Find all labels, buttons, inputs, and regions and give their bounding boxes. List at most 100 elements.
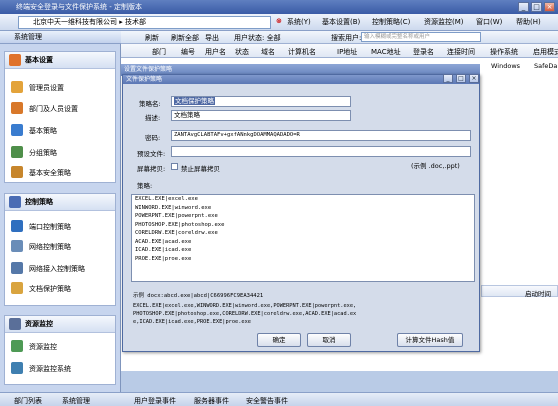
col-connect-time[interactable]: 连接时间 [447,47,475,57]
panel-basic-settings: 基本设置 管理员设置 部门及人员设置 基本策略 分组策略 基本安全策略 [4,51,116,183]
window-titlebar: 终端安全登录与文件保护系统 - 定制版本 _ □ × [0,0,558,14]
dialog-close-button[interactable]: × [469,74,479,83]
strategy-name-value: 文档保护策略 [174,97,215,105]
sidebar-item-port-control[interactable]: 端口控制策略 [29,222,71,232]
panel-resource-monitor-title: 资源监控 [25,320,53,328]
monitor-icon [9,318,21,330]
screen-copy-checkbox[interactable] [171,163,178,170]
sidebar: 系统管理 基本设置 管理员设置 部门及人员设置 基本策略 分组策略 基本安全策略… [0,31,121,392]
user-status-filter[interactable]: 用户状态: 全部 [234,33,281,43]
maximize-button[interactable]: □ [531,2,542,12]
sidebar-item-basic-policy[interactable]: 基本策略 [29,126,57,136]
policy-line: PROE.EXE|proe.exe [135,255,192,262]
description-input[interactable]: 文档策略 [171,110,351,121]
policy-line: ICAD.EXE|icad.exe [135,247,192,253]
grid-header: 部门 编号 用户名 状态 域名 计算机名 IP地址 MAC地址 登录名 连接时间… [121,44,558,58]
col-username[interactable]: 用户名 [205,47,226,57]
strategy-name-label: 策略名: [139,100,161,108]
close-button[interactable]: × [544,2,555,12]
panel-control-policy: 控制策略 端口控制策略 网络控制策略 网络接入控制策略 文档保护策略 [4,193,116,306]
col-computer-name[interactable]: 计算机名 [288,47,316,57]
sidebar-item-admin[interactable]: 管理员设置 [29,83,64,93]
menu-resource-monitor[interactable]: 资源监控(M) [424,17,464,27]
col-login[interactable]: 登录名 [413,47,434,57]
sidebar-item-group-policy[interactable]: 分组策略 [29,148,57,158]
menu-system[interactable]: 系统(Y) [287,17,311,27]
description-label: 描述: [145,114,161,122]
file-protect-dialog: 文件保护策略 _ □ × 策略名: 文档保护策略 描述: 文档策略 密码: ZA… [122,74,480,352]
dialog-minimize-button[interactable]: _ [443,74,453,83]
department-icon [11,102,23,114]
col-start-time[interactable]: 启动时间 [525,288,551,298]
resource-system-icon [11,362,23,374]
strategy-name-input[interactable]: 文档保护策略 [171,96,351,107]
panel-basic-settings-title: 基本设置 [25,56,53,64]
example-line: 示例 docx:abcd.exe|abcd|C66996FC9EA34421 [133,293,264,299]
col-number[interactable]: 编号 [181,47,195,57]
tab-server-events[interactable]: 服务器事件 [194,396,229,406]
ok-button[interactable]: 确定 [257,333,301,347]
menu-control-policy[interactable]: 控制策略(C) [372,17,410,27]
admin-icon [11,81,23,93]
dialog-title: 文件保护策略 [123,75,479,84]
col-status[interactable]: 状态 [235,47,249,57]
panel-control-policy-header[interactable]: 控制策略 [5,194,115,211]
group-policy-icon [11,146,23,158]
tools-icon [9,54,21,66]
sidebar-item-department[interactable]: 部门及人员设置 [29,104,78,114]
policy-line: WINWORD.EXE|winword.exe [135,204,212,211]
col-department[interactable]: 部门 [152,47,166,57]
col-mac[interactable]: MAC地址 [371,47,401,57]
cell-mode: SafeDa [534,62,558,70]
policy-line: CORELDRW.EXE|coreldrw.exe [135,230,218,236]
sidebar-item-security-policy[interactable]: 基本安全策略 [29,168,71,178]
sidebar-item-document-protect[interactable]: 文档保护策略 [29,284,71,294]
password-input[interactable]: ZANTAvgCLABTAFv+gxfANnkgDOAMMAQADADO=R [171,130,471,141]
col-domain[interactable]: 域名 [261,47,275,57]
refresh-all-button[interactable]: 刷新全部 [171,33,199,43]
policy-label: 策略: [137,182,153,190]
sidebar-item-network-access[interactable]: 网络接入控制策略 [29,264,85,274]
menu-window[interactable]: 窗口(W) [476,17,502,27]
extension-example: (示例 .doc,.ppt) [411,162,460,170]
export-button[interactable]: 导出 [205,33,219,43]
col-mode[interactable]: 启用模式 [533,47,558,57]
screen-copy-label: 屏幕拷贝: [137,165,166,173]
refresh-button[interactable]: 刷新 [145,33,159,43]
window-title: 终端安全登录与文件保护系统 - 定制版本 [16,3,142,11]
policy-textarea[interactable]: EXCEL.EXE|excel.exe WINWORD.EXE|winword.… [131,194,475,282]
menu-help[interactable]: 帮助(H) [516,17,541,27]
screen-copy-checkbox-label: 禁止屏幕拷贝 [181,165,220,173]
sidebar-item-resource-monitor[interactable]: 资源监控 [29,342,57,352]
col-ip[interactable]: IP地址 [337,47,357,57]
network-access-icon [11,262,23,274]
menu-basic-settings[interactable]: 基本设置(B) [322,17,360,27]
top-menubar: 北京中天一维科技有限公司 ▸ 技术部 ⊗ 系统(Y) 基本设置(B) 控制策略(… [0,14,558,31]
minimize-button[interactable]: _ [518,2,529,12]
password-label: 密码: [145,134,161,142]
col-os[interactable]: 操作系统 [490,47,518,57]
cancel-button[interactable]: 取消 [307,333,351,347]
panel-basic-settings-header[interactable]: 基本设置 [5,52,115,69]
resource-icon [11,340,23,352]
security-policy-icon [11,166,23,178]
compute-hash-button[interactable]: 计算文件Hash值 [397,333,463,347]
port-icon [11,220,23,232]
panel-resource-monitor-header[interactable]: 资源监控 [5,316,115,333]
sidebar-item-network-control[interactable]: 网络控制策略 [29,242,71,252]
preset-file-input[interactable] [171,146,471,157]
dialog-maximize-button[interactable]: □ [456,74,466,83]
tab-department-list[interactable]: 部门列表 [14,396,42,406]
stop-icon[interactable]: ⊗ [276,17,282,25]
main-toolbar: 刷新 刷新全部 导出 用户状态: 全部 搜索用户: 输入模糊或完整名称或用户 [121,31,558,44]
search-label: 搜索用户: [331,34,362,42]
search-input[interactable]: 输入模糊或完整名称或用户 [361,32,481,42]
basic-policy-icon [11,124,23,136]
preset-file-label: 预设文件: [137,150,166,158]
address-bar[interactable]: 北京中天一维科技有限公司 ▸ 技术部 [18,16,271,29]
tab-user-login-events[interactable]: 用户登录事件 [134,396,176,406]
tab-security-alerts[interactable]: 安全警告事件 [246,396,288,406]
network-icon [11,240,23,252]
tab-system-admin[interactable]: 系统管理 [62,396,90,406]
sidebar-item-resource-system[interactable]: 资源监控系统 [29,364,71,374]
